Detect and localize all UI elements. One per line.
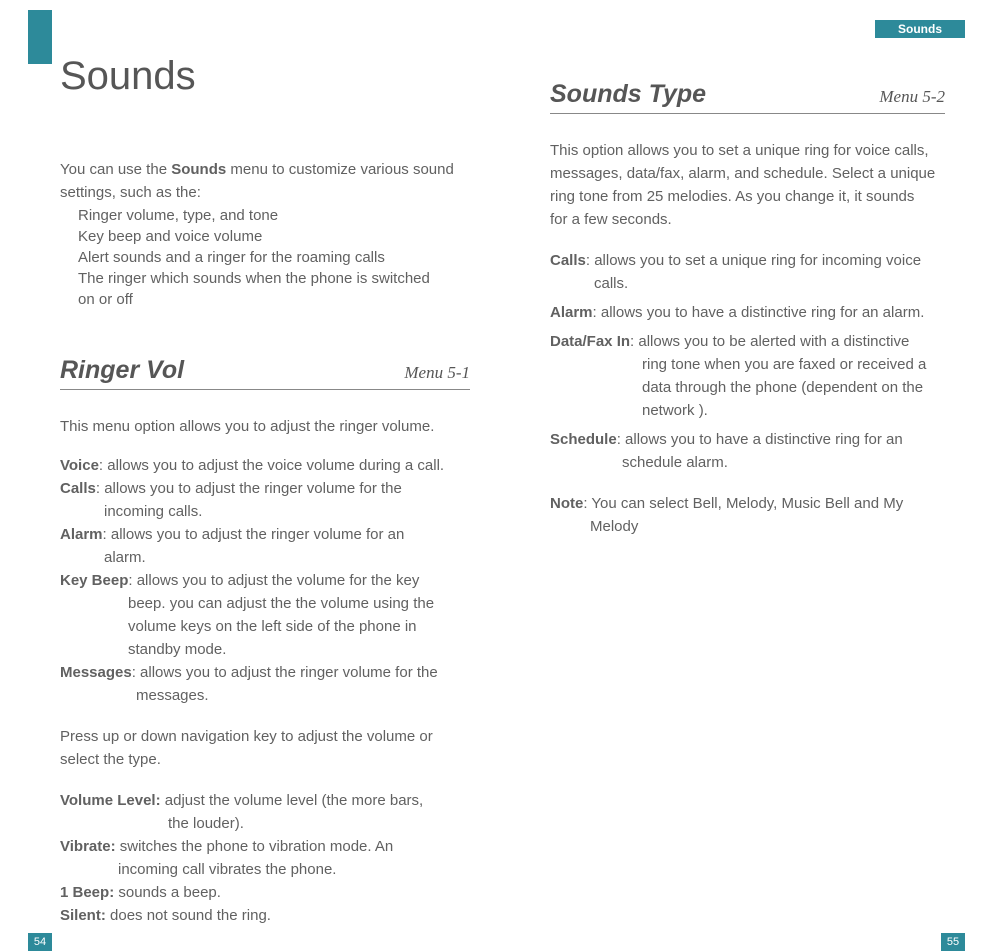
page-number-left: 54 [28,933,52,951]
right-column: Sounds Type Menu 5-2 This option allows … [550,80,945,539]
def-cont: alarm. [60,547,470,568]
def-term: Messages [60,664,132,681]
def-text: sounds a beep. [114,884,221,901]
def-line: Schedule: allows you to have a distincti… [550,429,945,450]
def-cont: network ). [550,400,945,421]
def-line: Volume Level: adjust the volume level (t… [60,790,470,811]
def-term: Schedule [550,431,617,448]
def-line: Calls: allows you to set a unique ring f… [550,250,945,271]
def-line: Data/Fax In: allows you to be alerted wi… [550,331,945,352]
def-term: Calls [60,480,96,497]
def-line: Alarm: allows you to have a distinctive … [550,302,945,323]
note-text: : You can select Bell, Melody, Music Bel… [583,495,903,512]
def-line: Messages: allows you to adjust the ringe… [60,662,470,683]
intro-line: settings, such as the: [60,182,470,203]
intro-bold: Sounds [171,161,226,178]
def-cont: volume keys on the left side of the phon… [60,616,470,637]
def-cont: schedule alarm. [550,452,945,473]
def-cont: incoming call vibrates the phone. [60,859,470,880]
bullet-line: The ringer which sounds when the phone i… [60,268,470,289]
def-cont: data through the phone (dependent on the [550,377,945,398]
def-text: switches the phone to vibration mode. An [116,838,394,855]
def-term: Vibrate: [60,838,116,855]
nav-line: select the type. [60,749,470,770]
header-label-right: Sounds [875,20,965,38]
def-term: Alarm [60,526,103,543]
note-term: Note [550,495,583,512]
def-cont: beep. you can adjust the the volume usin… [60,593,470,614]
def-cont: messages. [60,685,470,706]
def-text: : allows you to be alerted with a distin… [630,333,909,350]
def-text: : allows you to set a unique ring for in… [586,252,921,269]
intro-pre: You can use the [60,161,171,178]
para-line: for a few seconds. [550,209,945,230]
def-cont: incoming calls. [60,501,470,522]
chapter-title: Sounds [60,54,470,99]
def-line: Alarm: allows you to adjust the ringer v… [60,524,470,545]
def-text: : allows you to adjust the ringer volume… [96,480,402,497]
def-text: : allows you to adjust the volume for th… [128,572,419,589]
intro-post: menu to customize various sound [226,161,454,178]
def-text: : allows you to have a distinctive ring … [593,304,925,321]
def-line: Key Beep: allows you to adjust the volum… [60,570,470,591]
def-text: : allows you to have a distinctive ring … [617,431,903,448]
def-term: Data/Fax In [550,333,630,350]
bullet-line: Alert sounds and a ringer for the roamin… [60,247,470,268]
para-line: messages, data/fax, alarm, and schedule.… [550,163,945,184]
def-term: Alarm [550,304,593,321]
def-line: Calls: allows you to adjust the ringer v… [60,478,470,499]
note-line: Note: You can select Bell, Melody, Music… [550,493,945,514]
def-line: Voice: allows you to adjust the voice vo… [60,455,470,476]
def-text: : allows you to adjust the ringer volume… [103,526,405,543]
note-cont: Melody [550,516,945,537]
def-text: : allows you to adjust the voice volume … [99,457,444,474]
def-term: Calls [550,252,586,269]
page-tab-left [28,10,52,64]
def-line: Vibrate: switches the phone to vibration… [60,836,470,857]
page-number-right: 55 [941,933,965,951]
para-line: ring tone from 25 melodies. As you chang… [550,186,945,207]
def-cont: calls. [550,273,945,294]
bullet-line: Key beep and voice volume [60,226,470,247]
menu-number: Menu 5-2 [879,87,945,107]
section-heading: Sounds Type [550,80,706,109]
def-text: : allows you to adjust the ringer volume… [132,664,438,681]
nav-line: Press up or down navigation key to adjus… [60,726,470,747]
bullet-line: Ringer volume, type, and tone [60,205,470,226]
def-cont: ring tone when you are faxed or received… [550,354,945,375]
section-intro: This menu option allows you to adjust th… [60,416,470,437]
menu-number: Menu 5-1 [404,363,470,383]
intro-line: You can use the Sounds menu to customize… [60,159,470,180]
def-cont: the louder). [60,813,470,834]
section-heading-row: Ringer Vol Menu 5-1 [60,356,470,390]
para-line: This option allows you to set a unique r… [550,140,945,161]
bullet-line: on or off [60,289,470,310]
def-text: adjust the volume level (the more bars, [161,792,424,809]
def-term: Voice [60,457,99,474]
def-line: 1 Beep: sounds a beep. [60,882,470,903]
def-term: Key Beep [60,572,128,589]
section-heading-row: Sounds Type Menu 5-2 [550,80,945,114]
section-heading: Ringer Vol [60,356,184,385]
def-term: 1 Beep: [60,884,114,901]
def-term: Silent: [60,907,106,924]
def-term: Volume Level: [60,792,161,809]
def-line: Silent: does not sound the ring. [60,905,470,926]
def-text: does not sound the ring. [106,907,271,924]
left-column: Sounds You can use the Sounds menu to cu… [60,54,470,928]
def-cont: standby mode. [60,639,470,660]
